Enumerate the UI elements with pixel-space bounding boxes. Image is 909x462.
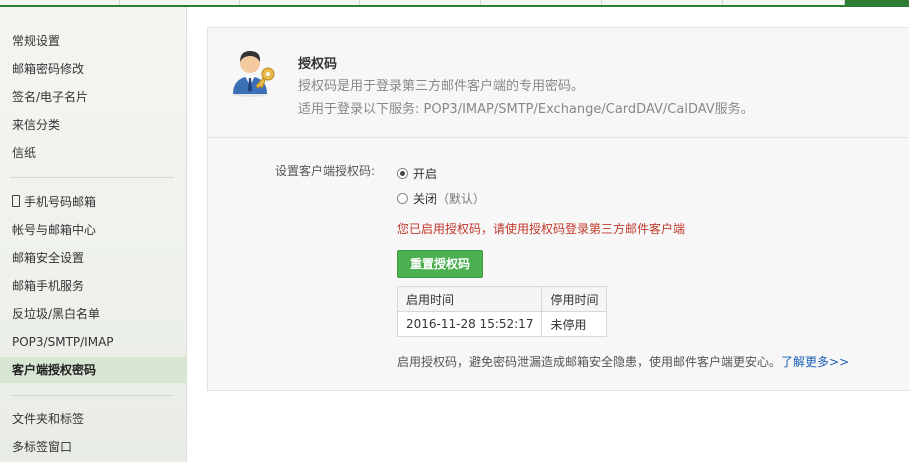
table-header-row: 启用时间 停用时间 [396,286,608,312]
footer-text: 启用授权码，避免密码泄漏造成邮箱安全隐患，使用邮件客户端更安心。 [397,355,782,369]
table-header-disabled-time: 停用时间 [541,286,608,312]
sidebar-divider [10,177,174,178]
sidebar-item-account-center[interactable]: 帐号与邮箱中心 [0,217,186,243]
top-tab[interactable] [240,0,360,5]
panel-header: 授权码 授权码是用于登录第三方邮件客户端的专用密码。 适用于登录以下服务: PO… [208,28,909,138]
sidebar-item-label: 反垃圾/黑白名单 [12,307,101,321]
status-notice: 您已启用授权码，请使用授权码登录第三方邮件客户端 [397,222,686,236]
sidebar-item-security[interactable]: 邮箱安全设置 [0,245,186,271]
sidebar-item-pop3-smtp-imap[interactable]: POP3/SMTP/IMAP [0,329,186,355]
disabled-time-cell: 未停用 [541,311,608,337]
footer-note: 启用授权码，避免密码泄漏造成邮箱安全隐患，使用邮件客户端更安心。了解更多>> [397,353,849,370]
supported-services: 适用于登录以下服务: POP3/IMAP/SMTP/Exchange/CardD… [298,102,754,117]
table-row: 2016-11-28 15:52:17 未停用 [396,311,608,337]
auth-code-status-table: 启用时间 停用时间 2016-11-28 15:52:17 未停用 [396,286,608,337]
top-tab[interactable] [0,0,120,5]
sidebar-item-general[interactable]: 常规设置 [0,28,186,54]
sidebar-item-client-auth-code[interactable]: 客户端授权密码 [0,357,186,383]
radio-enable-control[interactable] [397,168,408,179]
radio-enable-label: 开启 [413,167,438,181]
sidebar-item-folders-tags[interactable]: 文件夹和标签 [0,406,186,432]
learn-more-link[interactable]: 了解更多>> [781,355,849,369]
sidebar-divider [10,395,174,396]
top-tab[interactable] [723,0,845,5]
sidebar-item-password[interactable]: 邮箱密码修改 [0,56,186,82]
sidebar-item-label: 签名/电子名片 [12,90,89,104]
top-tab[interactable] [360,0,481,5]
radio-enable[interactable]: 开启 [397,165,437,182]
sidebar-item-label: 邮箱密码修改 [12,62,85,76]
sidebar-item-stationery[interactable]: 信纸 [0,140,186,166]
user-key-icon [232,51,275,97]
auth-code-panel: 授权码 授权码是用于登录第三方邮件客户端的专用密码。 适用于登录以下服务: PO… [207,27,909,391]
reset-auth-code-button[interactable]: 重置授权码 [397,250,483,278]
radio-disable-note: （默认） [437,192,486,206]
sidebar-item-label: 来信分类 [12,118,61,132]
sidebar-item-label: 客户端授权密码 [12,363,97,377]
sidebar-item-label: 帐号与邮箱中心 [12,223,97,237]
radio-disable-label: 关闭 [413,192,438,206]
settings-sidebar: 常规设置 邮箱密码修改 签名/电子名片 来信分类 信纸 手机号码邮箱 帐号与邮箱… [0,7,187,462]
page-description: 授权码是用于登录第三方邮件客户端的专用密码。 [298,79,585,94]
top-tab-strip [0,0,909,7]
sidebar-item-signature[interactable]: 签名/电子名片 [0,84,186,110]
sidebar-item-label: 信纸 [12,146,37,160]
sidebar-item-mobile-service[interactable]: 邮箱手机服务 [0,273,186,299]
enabled-time-cell: 2016-11-28 15:52:17 [396,311,543,337]
sidebar-item-label: 文件夹和标签 [12,412,85,426]
sidebar-item-multi-tab[interactable]: 多标签窗口 [0,434,186,460]
top-tab-active[interactable] [845,0,909,7]
auth-code-setting-label: 设置客户端授权码: [275,164,376,178]
sidebar-item-label: 邮箱手机服务 [12,279,85,293]
sidebar-item-label: POP3/SMTP/IMAP [12,335,114,349]
page-title: 授权码 [298,57,338,72]
sidebar-item-label: 多标签窗口 [12,440,73,454]
top-tab[interactable] [602,0,723,5]
sidebar-item-label: 邮箱安全设置 [12,251,85,265]
phone-icon [12,195,20,207]
radio-disable[interactable]: 关闭 （默认） [397,190,485,207]
top-tab[interactable] [120,0,240,5]
sidebar-item-label: 手机号码邮箱 [24,195,97,209]
radio-disable-control[interactable] [397,193,408,204]
top-tab[interactable] [481,0,602,5]
sidebar-item-label: 常规设置 [12,34,61,48]
sidebar-item-phone-mailbox[interactable]: 手机号码邮箱 [0,189,186,215]
sidebar-item-antispam[interactable]: 反垃圾/黑白名单 [0,301,186,327]
sidebar-item-mail-rules[interactable]: 来信分类 [0,112,186,138]
table-header-enabled-time: 启用时间 [396,286,543,312]
